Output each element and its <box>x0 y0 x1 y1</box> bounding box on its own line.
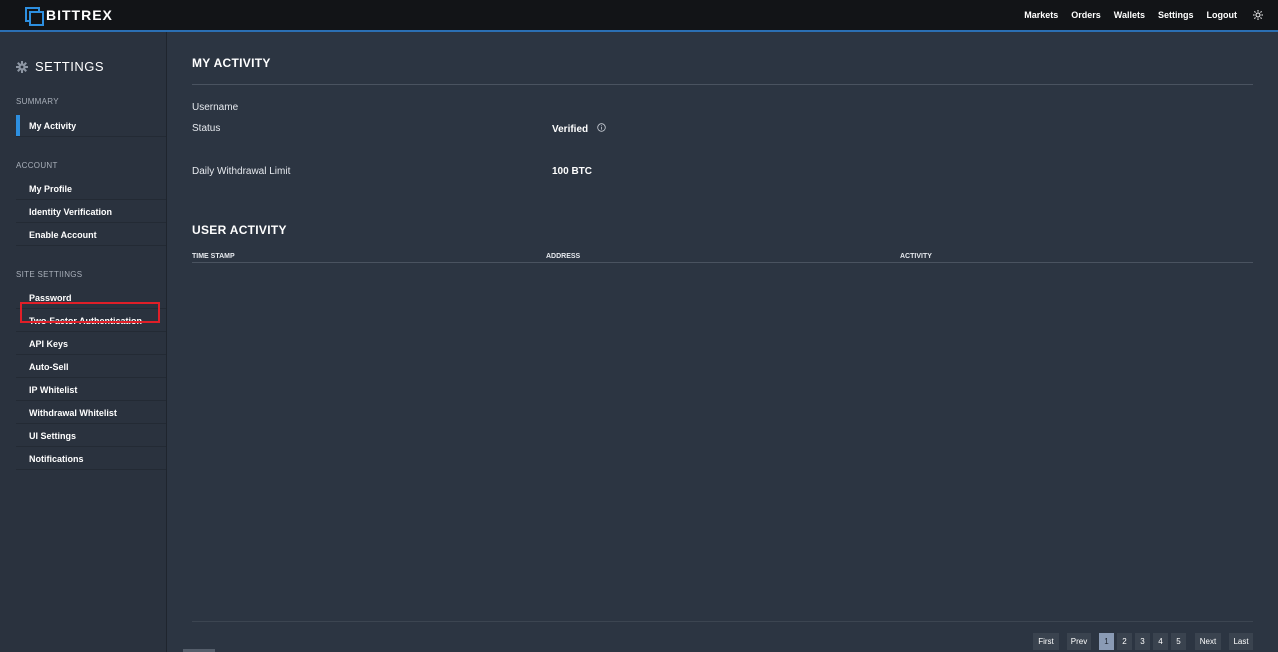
pagination-page-1[interactable]: 1 <box>1099 633 1114 650</box>
user-activity-title: USER ACTIVITY <box>192 223 287 237</box>
sidebar-item-ui-settings[interactable]: UI Settings <box>16 425 166 447</box>
title-divider <box>192 84 1253 85</box>
status-value: Verified <box>552 124 589 135</box>
section-account: ACCOUNT <box>16 161 58 170</box>
info-icon[interactable] <box>597 123 606 132</box>
pagination-page-3[interactable]: 3 <box>1135 633 1150 650</box>
sidebar-item-password[interactable]: Password <box>16 287 166 309</box>
withdrawal-limit-value: 100 BTC <box>552 166 593 177</box>
nav-settings[interactable]: Settings <box>1158 10 1194 20</box>
pagination-page-5[interactable]: 5 <box>1171 633 1186 650</box>
sidebar-item-my-profile[interactable]: My Profile <box>16 178 166 200</box>
main-content: MY ACTIVITY Username Status Verified Dai… <box>167 32 1278 652</box>
pagination-page-4[interactable]: 4 <box>1153 633 1168 650</box>
nav-logout[interactable]: Logout <box>1207 10 1238 20</box>
column-header-address[interactable]: ADDRESS <box>546 253 580 260</box>
table-footer-divider <box>192 621 1253 622</box>
pagination-last-button[interactable]: Last <box>1229 633 1253 650</box>
nav-orders[interactable]: Orders <box>1071 10 1101 20</box>
top-nav: Markets Orders Wallets Settings Logout <box>1011 0 1263 30</box>
sidebar-item-enable-account[interactable]: Enable Account <box>16 224 166 246</box>
withdrawal-limit-label: Daily Withdrawal Limit <box>192 166 291 177</box>
column-header-activity[interactable]: ACTIVITY <box>900 253 932 260</box>
sidebar-item-auto-sell[interactable]: Auto-Sell <box>16 356 166 378</box>
sidebar-item-two-factor[interactable]: Two-Factor Authentication <box>16 310 166 332</box>
gear-icon <box>16 60 28 73</box>
sidebar-item-api-keys[interactable]: API Keys <box>16 333 166 355</box>
nav-markets[interactable]: Markets <box>1024 10 1058 20</box>
brand-name: BITTREX <box>46 7 113 23</box>
pagination-page-2[interactable]: 2 <box>1117 633 1132 650</box>
page-title: MY ACTIVITY <box>192 56 271 70</box>
sun-icon[interactable] <box>1253 10 1263 20</box>
sidebar-item-notifications[interactable]: Notifications <box>16 448 166 470</box>
sidebar-title-text: SETTINGS <box>35 59 105 74</box>
username-label: Username <box>192 102 239 113</box>
pagination-next-button[interactable]: Next <box>1195 633 1221 650</box>
sidebar-title: SETTINGS <box>16 59 104 74</box>
top-bar: BITTREX Markets Orders Wallets Settings … <box>0 0 1278 32</box>
sidebar-item-identity-verification[interactable]: Identity Verification <box>16 201 166 223</box>
pagination-prev-button[interactable]: Prev <box>1067 633 1091 650</box>
section-site-settings: SITE SETTIINGS <box>16 270 83 279</box>
column-header-time-stamp[interactable]: TIME STAMP <box>192 253 235 260</box>
sidebar-item-ip-whitelist[interactable]: IP Whitelist <box>16 379 166 401</box>
bittrex-logo-icon <box>25 7 44 26</box>
status-label: Status <box>192 123 221 134</box>
settings-sidebar: SETTINGS SUMMARY My Activity ACCOUNT My … <box>0 32 167 652</box>
brand-logo[interactable]: BITTREX <box>25 6 113 26</box>
table-header-divider <box>192 262 1253 263</box>
sidebar-item-my-activity[interactable]: My Activity <box>16 115 166 137</box>
pagination-first-button[interactable]: First <box>1033 633 1059 650</box>
section-summary: SUMMARY <box>16 97 59 106</box>
sidebar-item-withdrawal-whitelist[interactable]: Withdrawal Whitelist <box>16 402 166 424</box>
nav-wallets[interactable]: Wallets <box>1114 10 1145 20</box>
